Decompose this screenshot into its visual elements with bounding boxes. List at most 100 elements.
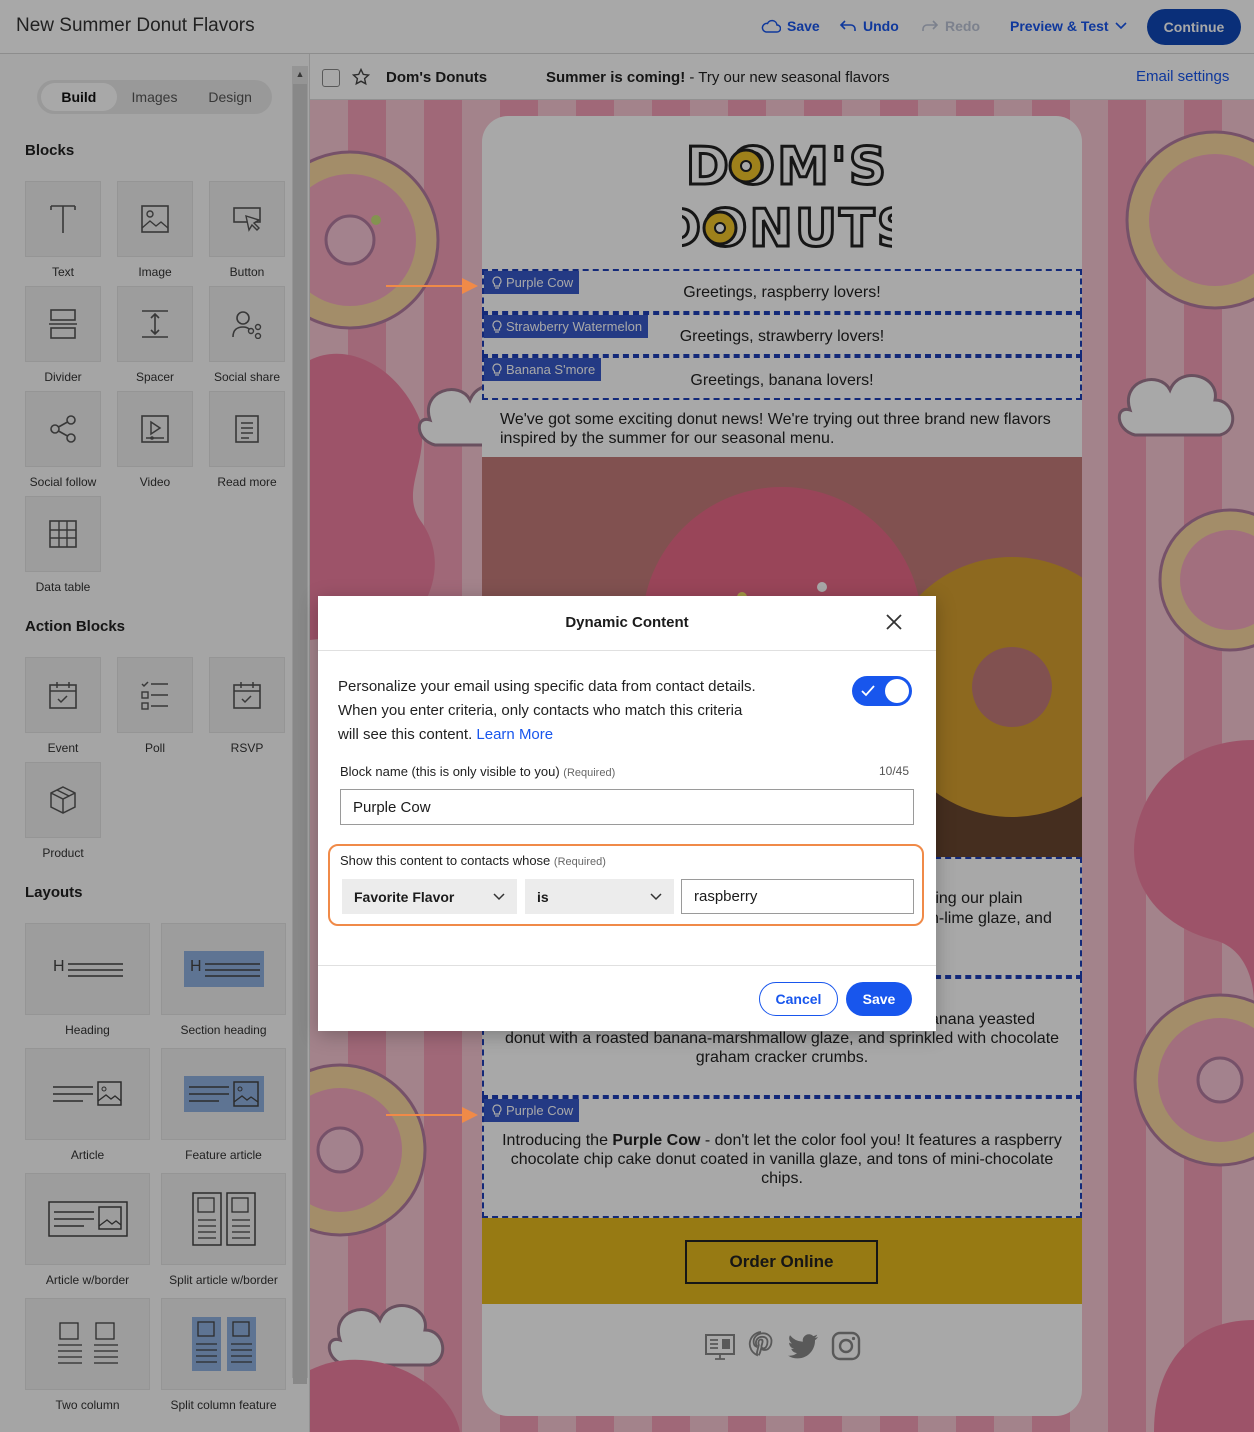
layout-feature-article[interactable]: Feature article [161,1048,286,1162]
feature-article-layout-icon [183,1076,264,1112]
chevron-down-icon [493,892,505,900]
layout-section-heading[interactable]: H Section heading [161,923,286,1037]
layout-split-article-border[interactable]: Split article w/border [161,1173,286,1287]
block-product[interactable]: Product [25,762,101,860]
modal-title: Dynamic Content [565,614,689,631]
layout-article-border[interactable]: Article w/border [25,1173,150,1287]
dynamic-tag-purple-cow-desc[interactable]: Purple Cow [484,1099,580,1122]
svg-text:H: H [190,958,202,975]
campaign-title[interactable]: New Summer Donut Flavors [16,15,255,37]
scroll-up-arrow-icon[interactable]: ▲ [292,66,308,82]
social-icons-row [704,1330,862,1362]
dynamic-block-purple-cow-desc[interactable]: Introducing the Purple Cow - don't let t… [482,1097,1082,1218]
block-name-label: Block name (this is only visible to you)… [340,764,616,779]
divider-icon [49,309,77,339]
text-icon [50,205,76,233]
order-online-button[interactable]: Order Online [685,1240,878,1284]
action-blocks-heading: Action Blocks [25,618,126,635]
svg-text:DOM'S: DOM'S [686,137,889,197]
preview-test-button[interactable]: Preview & Test [1010,18,1127,34]
block-button[interactable]: Button [209,181,285,279]
social-follow-icon [50,415,76,443]
annotation-arrowhead-2 [462,1107,478,1123]
pinterest-icon[interactable] [746,1330,776,1362]
dynamic-block-strawberry-watermelon[interactable]: Greetings, strawberry lovers! Strawberry… [482,313,1082,356]
block-social-follow[interactable]: Social follow [25,391,101,489]
dynamic-tag-strawberry-watermelon[interactable]: Strawberry Watermelon [484,315,649,338]
doms-donuts-logo: DOM'S DONUTS [682,136,892,255]
tab-design[interactable]: Design [192,83,268,111]
block-divider[interactable]: Divider [25,286,101,384]
banana-desc-line-1: anana yeasted [930,1011,1035,1028]
sidebar: Build Images Design Blocks Text Image Bu… [0,54,310,1432]
operator-select[interactable]: is [525,879,674,914]
layout-split-column-feature[interactable]: Split column feature [161,1298,286,1412]
dynamic-block-purple-cow[interactable]: Greetings, raspberry lovers! Purple Cow [482,269,1082,313]
dynamic-tag-banana-smore[interactable]: Banana S'more [484,358,602,381]
block-name-input[interactable]: Purple Cow [340,789,914,825]
block-rsvp[interactable]: RSVP [209,657,285,755]
block-image[interactable]: Image [117,181,193,279]
layout-heading[interactable]: H Heading [25,923,150,1037]
learn-more-link[interactable]: Learn More [476,726,553,743]
redo-button[interactable]: Redo [921,18,980,34]
select-checkbox[interactable] [322,69,340,87]
heading-layout-icon: H [53,958,123,977]
save-label: Save [787,18,820,34]
email-settings-link[interactable]: Email settings [1136,68,1229,85]
strawberry-desc-line-2: n-lime glaze, and [930,910,1052,927]
order-section: Order Online [482,1218,1082,1304]
poll-icon [141,681,168,710]
lightbulb-icon [492,275,502,289]
criteria-label: Show this content to contacts whose (Req… [340,853,606,868]
block-read-more[interactable]: Read more [209,391,285,489]
strawberry-desc-line-1: ring our plain [930,890,1023,907]
dynamic-block-banana-smore[interactable]: Greetings, banana lovers! Banana S'more [482,356,1082,400]
two-column-layout-icon [57,1322,118,1364]
modal-save-button[interactable]: Save [846,982,912,1016]
subject-line: Summer is coming! - Try our new seasonal… [546,69,889,86]
split-column-feature-layout-icon [191,1317,256,1371]
chevron-down-icon [650,892,662,900]
star-icon[interactable] [352,68,370,86]
article-border-layout-icon [47,1201,128,1237]
layouts-heading: Layouts [25,884,83,901]
subject-bold: Summer is coming! [546,69,686,86]
redo-label: Redo [945,18,980,34]
read-more-icon [235,415,259,443]
close-icon[interactable] [884,612,904,632]
tab-build[interactable]: Build [41,83,117,111]
block-video[interactable]: Video [117,391,193,489]
block-spacer[interactable]: Spacer [117,286,193,384]
sidebar-scroll-thumb[interactable] [293,84,307,1384]
modal-header-divider [318,650,936,651]
dynamic-content-toggle[interactable] [852,676,912,706]
block-data-table[interactable]: Data table [25,496,101,594]
block-social-share[interactable]: Social share [209,286,285,384]
blocks-heading: Blocks [25,142,75,159]
tab-images[interactable]: Images [117,83,193,111]
contact-field-select[interactable]: Favorite Flavor [342,879,517,914]
layout-article[interactable]: Article [25,1048,150,1162]
twitter-icon[interactable] [786,1330,820,1362]
chevron-down-icon [1114,22,1127,30]
cancel-button[interactable]: Cancel [759,982,838,1016]
layout-two-column[interactable]: Two column [25,1298,150,1412]
annotation-arrowhead-1 [462,278,478,294]
modal-description: Personalize your email using specific da… [338,678,756,743]
email-subject-bar: Dom's Donuts Summer is coming! - Try our… [310,54,1254,100]
undo-button[interactable]: Undo [839,18,899,34]
dynamic-tag-purple-cow[interactable]: Purple Cow [484,271,580,294]
banana-desc-rest: donut with a roasted banana-marshmallow … [504,1030,1060,1066]
block-text[interactable]: Text [25,181,101,279]
block-poll[interactable]: Poll [117,657,193,755]
annotation-arrow-2 [386,1114,466,1116]
instagram-icon[interactable] [830,1330,862,1362]
block-event[interactable]: Event [25,657,101,755]
criteria-value-input[interactable]: raspberry [681,879,914,914]
save-button[interactable]: Save [761,18,820,34]
website-icon[interactable] [704,1330,736,1362]
intro-text[interactable]: We've got some exciting donut news! We'r… [500,410,1064,448]
top-bar: New Summer Donut Flavors Save Undo Redo … [0,0,1254,54]
continue-button[interactable]: Continue [1147,9,1241,45]
